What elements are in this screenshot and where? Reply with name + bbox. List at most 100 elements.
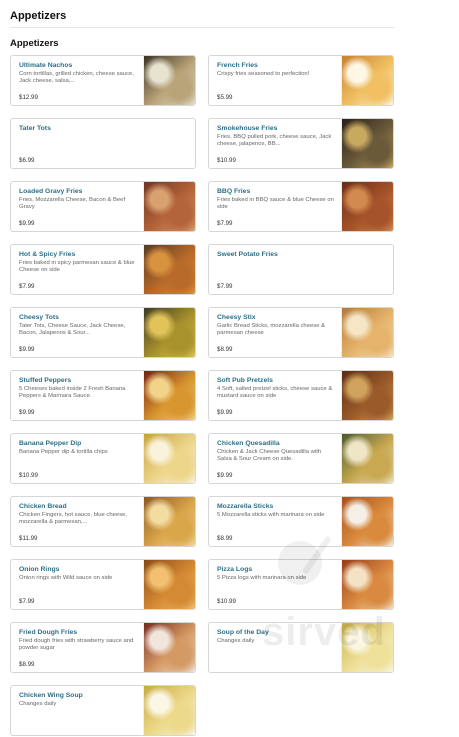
- menu-item-card[interactable]: Stuffed Peppers 5 Cheeses baked inside 2 …: [10, 370, 196, 421]
- menu-item-description: Onion rings with Wild sauce on side: [19, 575, 113, 581]
- menu-item-name: Chicken Wing Soup: [19, 692, 83, 699]
- menu-item-description: Chicken & Jack Cheese Quesadilla with Sa…: [217, 449, 322, 463]
- chicken-bread-photo: [143, 497, 195, 546]
- menu-item-card[interactable]: Hot & Spicy Fries Fries baked in spicy pa…: [10, 244, 196, 295]
- menu-item-name: French Fries: [217, 62, 258, 69]
- menu-item-info: Ultimate Nachos Corn tortillas, grilled c…: [19, 62, 139, 85]
- menu-item-name: Ultimate Nachos: [19, 62, 73, 69]
- menu-item-name: Stuffed Peppers: [19, 377, 72, 384]
- menu-item-card[interactable]: Pizza Logs 5 Pizza logs with marinara on …: [208, 559, 394, 610]
- menu-item-price: $9.99: [19, 346, 35, 353]
- menu-item-description: Changes daily: [217, 638, 255, 644]
- menu-item-price: $7.99: [19, 598, 35, 605]
- menu-item-card[interactable]: Soup of the Day Changes daily: [208, 622, 394, 673]
- menu-item-description: Fries baked in BBQ sauce & blue Cheese o…: [217, 197, 334, 211]
- soup-photo: [341, 623, 393, 672]
- menu-item-name: Chicken Quesadilla: [217, 440, 280, 447]
- smokehouse-fries-photo: [341, 119, 393, 168]
- menu-item-info: Onion Rings Onion rings with Wild sauce o…: [19, 566, 139, 582]
- menu-item-description: Corn tortillas, grilled chicken, cheese …: [19, 71, 134, 85]
- menu-item-info: Tater Tots: [19, 125, 187, 133]
- menu-item-card[interactable]: Sweet Potato Fries $7.99: [208, 244, 394, 295]
- menu-item-card[interactable]: Cheesy Stix Garlic Bread Sticks, mozzarel…: [208, 307, 394, 358]
- menu-item-card[interactable]: Cheesy Tots Tater Tots, Cheese Sauce, Jac…: [10, 307, 196, 358]
- menu-item-description: Tater Tots, Cheese Sauce, Jack Cheese, B…: [19, 323, 126, 337]
- spicy-fries-photo: [143, 245, 195, 294]
- menu-item-card[interactable]: Banana Pepper Dip Banana Pepper dip & tor…: [10, 433, 196, 484]
- menu-item-name: Tater Tots: [19, 125, 51, 132]
- quesadilla-photo: [341, 434, 393, 483]
- menu-item-card[interactable]: Chicken Bread Chicken Fingers, hot sauce,…: [10, 496, 196, 547]
- menu-item-card[interactable]: Onion Rings Onion rings with Wild sauce o…: [10, 559, 196, 610]
- cheesy-stix-photo: [341, 308, 393, 357]
- onion-rings-photo: [143, 560, 195, 609]
- menu-item-info: Hot & Spicy Fries Fries baked in spicy pa…: [19, 251, 139, 274]
- menu-item-card[interactable]: Soft Pub Pretzels 4 Soft, salted pretzel …: [208, 370, 394, 421]
- menu-item-info: Loaded Gravy Fries Fries, Mozzarella Chee…: [19, 188, 139, 211]
- menu-item-name: Mozzarella Sticks: [217, 503, 274, 510]
- menu-item-name: Cheesy Tots: [19, 314, 59, 321]
- menu-item-card[interactable]: BBQ Fries Fries baked in BBQ sauce & blue…: [208, 181, 394, 232]
- menu-item-info: Chicken Quesadilla Chicken & Jack Cheese …: [217, 440, 337, 463]
- title-divider: [10, 27, 394, 28]
- menu-item-description: 5 Pizza logs with marinara on side: [217, 575, 307, 581]
- menu-item-price: $10.99: [19, 472, 38, 479]
- menu-item-name: Sweet Potato Fries: [217, 251, 278, 258]
- menu-item-card[interactable]: Fried Dough Fries Fried dough fries with …: [10, 622, 196, 673]
- menu-item-card[interactable]: Smokehouse Fries Fries, BBQ pulled pork, …: [208, 118, 394, 169]
- wing-soup-photo: [143, 686, 195, 735]
- menu-item-description: Fries baked in spicy parmesan sauce & bl…: [19, 260, 135, 274]
- menu-item-description: Fried dough fries with strawberry sauce …: [19, 638, 134, 652]
- menu-item-name: Loaded Gravy Fries: [19, 188, 83, 195]
- menu-item-name: Chicken Bread: [19, 503, 67, 510]
- menu-item-card[interactable]: Chicken Quesadilla Chicken & Jack Cheese …: [208, 433, 394, 484]
- menu-item-name: Banana Pepper Dip: [19, 440, 82, 447]
- menu-item-price: $10.99: [217, 157, 236, 164]
- menu-item-info: Soft Pub Pretzels 4 Soft, salted pretzel …: [217, 377, 337, 400]
- menu-item-description: Chicken Fingers, hot sauce, blue cheese,…: [19, 512, 128, 526]
- menu-item-card[interactable]: Ultimate Nachos Corn tortillas, grilled c…: [10, 55, 196, 106]
- gravy-fries-photo: [143, 182, 195, 231]
- menu-item-price: $9.99: [217, 409, 233, 416]
- menu-item-price: $8.99: [19, 661, 35, 668]
- menu-item-name: Onion Rings: [19, 566, 60, 573]
- stuffed-peppers-photo: [143, 371, 195, 420]
- menu-item-price: $9.99: [19, 220, 35, 227]
- dough-fries-photo: [143, 623, 195, 672]
- menu-item-info: Chicken Wing Soup Changes daily: [19, 692, 139, 708]
- menu-item-name: Smokehouse Fries: [217, 125, 278, 132]
- bbq-fries-photo: [341, 182, 393, 231]
- menu-item-price: $11.99: [19, 535, 38, 542]
- pizza-logs-photo: [341, 560, 393, 609]
- menu-item-info: Cheesy Stix Garlic Bread Sticks, mozzarel…: [217, 314, 337, 337]
- menu-item-card[interactable]: French Fries Crispy fries seasoned to per…: [208, 55, 394, 106]
- menu-item-price: $6.99: [19, 157, 35, 164]
- menu-item-price: $12.99: [19, 94, 38, 101]
- menu-item-card[interactable]: Tater Tots $6.99: [10, 118, 196, 169]
- menu-item-info: Mozzarella Sticks 5 Mozzarella sticks wit…: [217, 503, 337, 519]
- menu-item-price: $9.99: [19, 409, 35, 416]
- menu-item-description: 5 Cheeses baked inside 2 Fresh Banana Pe…: [19, 386, 126, 400]
- menu-item-card[interactable]: Chicken Wing Soup Changes daily: [10, 685, 196, 736]
- menu-item-name: Fried Dough Fries: [19, 629, 78, 636]
- pretzels-photo: [341, 371, 393, 420]
- menu-item-info: BBQ Fries Fries baked in BBQ sauce & blue…: [217, 188, 337, 211]
- page-title: Appetizers: [10, 10, 67, 22]
- menu-item-info: Smokehouse Fries Fries, BBQ pulled pork, …: [217, 125, 337, 148]
- menu-item-info: Soup of the Day Changes daily: [217, 629, 337, 645]
- menu-item-card[interactable]: Loaded Gravy Fries Fries, Mozzarella Chee…: [10, 181, 196, 232]
- menu-item-price: $10.99: [217, 598, 236, 605]
- pepper-dip-photo: [143, 434, 195, 483]
- nachos-photo: [143, 56, 195, 105]
- menu-item-description: Banana Pepper dip & tortilla chips: [19, 449, 108, 455]
- menu-item-description: Garlic Bread Sticks, mozzarella cheese &…: [217, 323, 326, 337]
- menu-item-info: Banana Pepper Dip Banana Pepper dip & tor…: [19, 440, 139, 456]
- menu-item-card[interactable]: Mozzarella Sticks 5 Mozzarella sticks wit…: [208, 496, 394, 547]
- menu-item-price: $8.99: [217, 535, 233, 542]
- menu-item-name: BBQ Fries: [217, 188, 251, 195]
- menu-item-price: $9.99: [217, 472, 233, 479]
- menu-item-info: French Fries Crispy fries seasoned to per…: [217, 62, 337, 78]
- menu-item-description: Fries, BBQ pulled pork, cheese sauce, Ja…: [217, 134, 332, 148]
- menu-item-name: Cheesy Stix: [217, 314, 256, 321]
- menu-item-price: $8.99: [217, 346, 233, 353]
